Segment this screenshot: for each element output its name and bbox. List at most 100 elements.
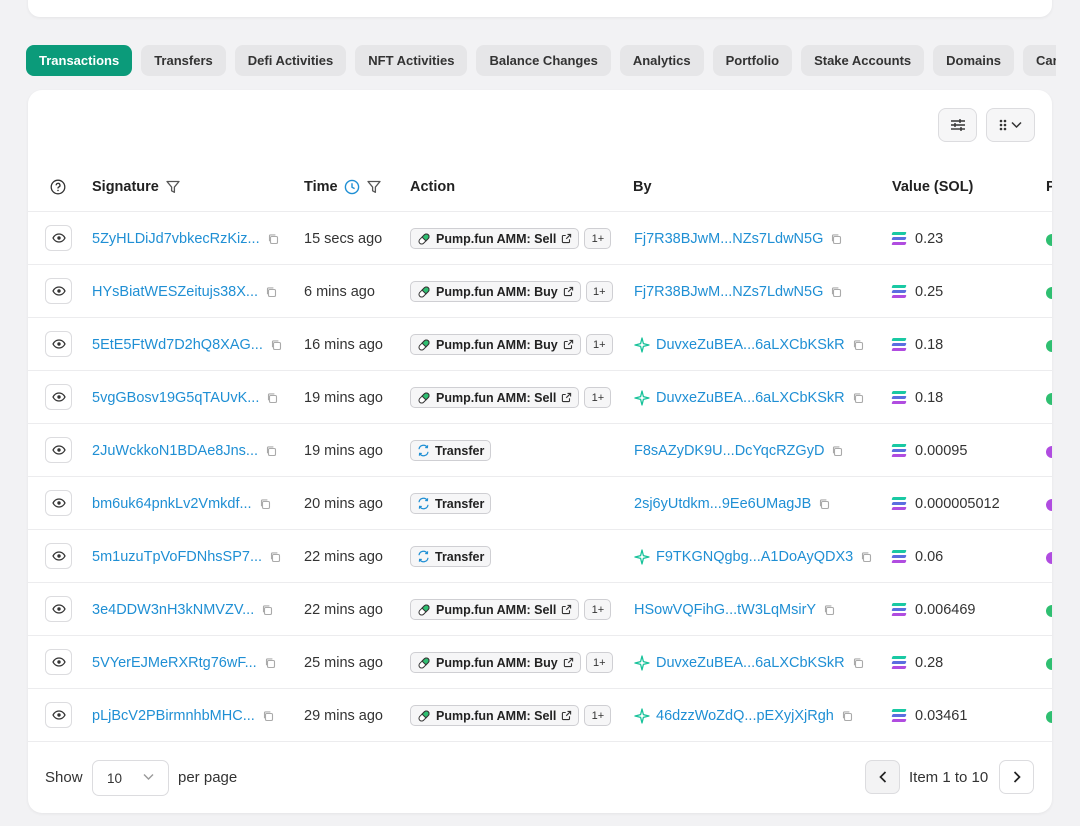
view-details-button[interactable] — [45, 543, 72, 569]
copy-icon[interactable] — [266, 392, 278, 404]
value-amount: 0.06 — [915, 548, 944, 565]
signature-link[interactable]: HYsBiatWESZeitujs38X... — [92, 284, 258, 300]
signature-link[interactable]: 5m1uzuTpVoFDNhsSP7... — [92, 549, 262, 565]
copy-icon[interactable] — [264, 657, 276, 669]
action-badge[interactable]: Transfer — [410, 440, 492, 461]
filter-icon[interactable] — [165, 179, 181, 195]
action-badge[interactable]: Pump.fun AMM: Buy — [410, 334, 581, 355]
per-page-select[interactable]: 10 — [92, 760, 169, 796]
copy-icon[interactable] — [265, 286, 277, 298]
copy-icon[interactable] — [262, 710, 274, 722]
value-cell: 0.18 — [891, 371, 944, 424]
by-address-link[interactable]: Fj7R38BJwM...NZs7LdwN5G — [634, 284, 823, 300]
action-badge[interactable]: Pump.fun AMM: Buy — [410, 281, 581, 302]
eye-icon — [51, 604, 66, 614]
by-address-link[interactable]: HSowVQFihG...tW3LqMsirY — [634, 602, 816, 618]
by-address-link[interactable]: DuvxeZuBEA...6aLXCbKSkR — [656, 337, 845, 353]
tab-transfers[interactable]: Transfers — [141, 45, 226, 76]
copy-icon[interactable] — [823, 604, 835, 616]
more-actions-badge[interactable]: 1+ — [584, 387, 612, 408]
action-badge[interactable]: Pump.fun AMM: Sell — [410, 387, 580, 408]
action-badge[interactable]: Pump.fun AMM: Buy — [410, 652, 581, 673]
by-address-link[interactable]: F9TKGNQgbg...A1DoAyQDX3 — [656, 549, 853, 565]
view-details-button[interactable] — [45, 384, 72, 410]
tab-domains[interactable]: Domains — [933, 45, 1015, 76]
tab-stake-accounts[interactable]: Stake Accounts — [801, 45, 925, 76]
column-value-label: Value (SOL) — [892, 178, 974, 195]
clock-icon[interactable] — [344, 179, 360, 195]
signature-link[interactable]: 5VYerEJMeRXRtg76wF... — [92, 655, 257, 671]
view-details-button[interactable] — [45, 437, 72, 463]
help-icon[interactable] — [50, 161, 66, 212]
signature-link[interactable]: 5vgGBosv19G5qTAUvK... — [92, 390, 259, 406]
action-badge[interactable]: Transfer — [410, 546, 492, 567]
action-badge[interactable]: Pump.fun AMM: Sell — [410, 228, 580, 249]
filter-icon[interactable] — [366, 179, 382, 195]
tab-defi-activities[interactable]: Defi Activities — [234, 45, 347, 76]
signature-link[interactable]: 5EtE5FtWd7D2hQ8XAG... — [92, 337, 263, 353]
copy-icon[interactable] — [261, 604, 273, 616]
more-actions-badge[interactable]: 1+ — [584, 599, 612, 620]
solana-icon — [891, 444, 907, 457]
copy-icon[interactable] — [830, 233, 842, 245]
signature-link[interactable]: 3e4DDW3nH3kNMVZV... — [92, 602, 254, 618]
by-address-link[interactable]: DuvxeZuBEA...6aLXCbKSkR — [656, 655, 845, 671]
by-address-link[interactable]: DuvxeZuBEA...6aLXCbKSkR — [656, 390, 845, 406]
by-address-link[interactable]: Fj7R38BJwM...NZs7LdwN5G — [634, 231, 823, 247]
filter-settings-button[interactable] — [938, 108, 977, 142]
copy-icon[interactable] — [818, 498, 830, 510]
copy-icon[interactable] — [269, 551, 281, 563]
transfer-icon — [417, 550, 430, 563]
view-details-button[interactable] — [45, 596, 72, 622]
by-address-link[interactable]: 2sj6yUtdkm...9Ee6UMagJB — [634, 496, 811, 512]
copy-icon[interactable] — [830, 286, 842, 298]
view-details-button[interactable] — [45, 649, 72, 675]
copy-icon[interactable] — [831, 445, 843, 457]
view-details-button[interactable] — [45, 278, 72, 304]
by-address-link[interactable]: F8sAZyDK9U...DcYqcRZGyD — [634, 443, 824, 459]
tab-analytics[interactable]: Analytics — [619, 45, 704, 76]
by-address-link[interactable]: 46dzzWoZdQ...pEXyjXjRgh — [656, 708, 834, 724]
view-details-button[interactable] — [45, 702, 72, 728]
more-actions-badge[interactable]: 1+ — [584, 228, 612, 249]
signature-link[interactable]: bm6uk64pnkLv2Vmkdf... — [92, 496, 252, 512]
action-label: Pump.fun AMM: Sell — [436, 602, 557, 617]
value-amount: 0.25 — [915, 283, 944, 300]
tab-portfolio[interactable]: Portfolio — [712, 45, 793, 76]
signature-link[interactable]: 5ZyHLDiJd7vbkecRzKiz... — [92, 231, 260, 247]
copy-icon[interactable] — [852, 657, 864, 669]
action-badge[interactable]: Pump.fun AMM: Sell — [410, 599, 580, 620]
copy-icon[interactable] — [841, 710, 853, 722]
view-details-button[interactable] — [45, 490, 72, 516]
column-options-button[interactable] — [986, 108, 1035, 142]
signature-link[interactable]: pLjBcV2PBirmnhbMHC... — [92, 708, 255, 724]
tab-balance-changes[interactable]: Balance Changes — [476, 45, 611, 76]
tab-nft-activities[interactable]: NFT Activities — [355, 45, 468, 76]
copy-icon[interactable] — [270, 339, 282, 351]
more-actions-badge[interactable]: 1+ — [585, 281, 613, 302]
column-partial: P — [1046, 161, 1052, 212]
next-page-button[interactable] — [999, 760, 1034, 794]
table-row: 2JuWckkoN1BDAe8Jns... 19 mins ago Transfer… — [28, 424, 1052, 477]
copy-icon[interactable] — [267, 233, 279, 245]
copy-icon[interactable] — [852, 392, 864, 404]
solana-icon — [891, 603, 907, 616]
value-amount: 0.18 — [915, 389, 944, 406]
action-badge[interactable]: Pump.fun AMM: Sell — [410, 705, 580, 726]
more-actions-badge[interactable]: 1+ — [585, 334, 613, 355]
signature-link[interactable]: 2JuWckkoN1BDAe8Jns... — [92, 443, 258, 459]
signature-cell: bm6uk64pnkLv2Vmkdf... — [92, 477, 271, 530]
tab-bar: Transactions Transfers Defi Activities NFT … — [26, 45, 1056, 76]
action-badge[interactable]: Transfer — [410, 493, 492, 514]
copy-icon[interactable] — [852, 339, 864, 351]
view-details-button[interactable] — [45, 225, 72, 251]
more-actions-badge[interactable]: 1+ — [585, 652, 613, 673]
tab-cards[interactable]: Cards — [1023, 45, 1056, 76]
copy-icon[interactable] — [265, 445, 277, 457]
copy-icon[interactable] — [860, 551, 872, 563]
view-details-button[interactable] — [45, 331, 72, 357]
copy-icon[interactable] — [259, 498, 271, 510]
tab-transactions[interactable]: Transactions — [26, 45, 133, 76]
more-actions-badge[interactable]: 1+ — [584, 705, 612, 726]
prev-page-button[interactable] — [865, 760, 900, 794]
